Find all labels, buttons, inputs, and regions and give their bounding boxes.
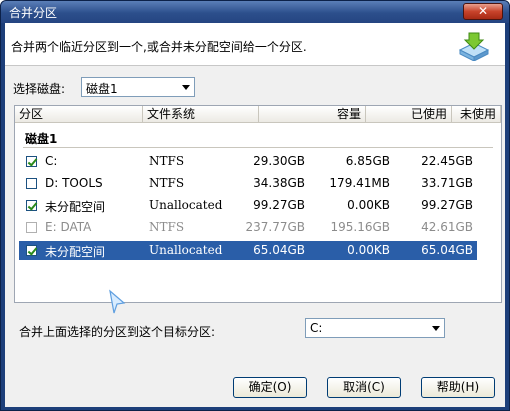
row-capacity: 34.38GB [253,176,305,190]
target-label: 合并上面选择的分区到这个目标分区: [19,325,216,339]
disk-select[interactable]: 磁盘1 [81,77,195,97]
header-band: 合并两个临近分区到一个,或合并未分配空间给一个分区. [5,23,505,66]
row-name: C: [45,154,58,168]
row-filesystem: Unallocated [149,198,223,212]
table-row: E: DATA NTFS 237.77GB 195.16GB 42.61GB [19,218,477,237]
row-capacity: 29.30GB [253,154,305,168]
row-used: 195.16GB [330,220,390,234]
row-name: 未分配空间 [45,245,106,259]
disk-group-label: 磁盘1 [25,132,58,146]
row-free: 33.71GB [421,176,473,190]
row-name: D: TOOLS [45,176,103,190]
window-title: 合并分区 [9,6,58,20]
description-text: 合并两个临近分区到一个,或合并未分配空间给一个分区. [11,40,307,54]
row-filesystem: NTFS [149,220,185,234]
row-checkbox[interactable] [26,156,37,167]
row-capacity: 237.77GB [245,220,305,234]
merge-disk-icon [458,32,490,61]
row-used: 0.00KB [347,198,390,212]
close-button[interactable]: ✕ [463,3,503,20]
column-partition[interactable]: 分区 [15,106,143,123]
table-row-selected[interactable]: 未分配空间 Unallocated 65.04GB 0.00KB 65.04GB [19,241,477,260]
row-filesystem: NTFS [149,176,185,190]
column-capacity[interactable]: 容量 [259,106,366,123]
title-bar[interactable]: 合并分区 ✕ [1,1,509,23]
row-used: 179.41MB [329,176,390,190]
row-free: 65.04GB [421,243,473,257]
row-checkbox [26,222,37,233]
row-filesystem: Unallocated [149,243,223,257]
target-select-value: C: [310,321,323,335]
column-filesystem[interactable]: 文件系统 [143,106,259,123]
target-partition-select[interactable]: C: [305,318,445,338]
row-free: 22.45GB [421,154,473,168]
row-used: 6.85GB [345,154,390,168]
dialog-body: 合并两个临近分区到一个,或合并未分配空间给一个分区. 选择磁盘: 磁盘1 分区 … [5,23,505,407]
row-used: 0.00KB [347,243,390,257]
row-capacity: 65.04GB [253,243,305,257]
chevron-down-icon[interactable] [182,85,190,90]
table-row[interactable]: 未分配空间 Unallocated 99.27GB 0.00KB 99.27GB [19,196,477,215]
mouse-cursor-icon [109,289,126,314]
row-capacity: 99.27GB [253,198,305,212]
column-used[interactable]: 已使用 [366,106,452,123]
row-checkbox[interactable] [26,245,37,256]
help-button[interactable]: 帮助(H) [421,377,495,398]
ok-button[interactable]: 确定(O) [233,377,307,398]
group-divider [23,147,493,148]
list-header: 分区 文件系统 容量 已使用 未使用 [15,106,501,123]
row-name: 未分配空间 [45,200,106,214]
row-name: E: DATA [45,220,92,234]
partition-list[interactable]: 分区 文件系统 容量 已使用 未使用 磁盘1 C: NTFS 29.30GB 6… [14,105,502,303]
table-row[interactable]: C: NTFS 29.30GB 6.85GB 22.45GB [19,152,477,171]
row-checkbox[interactable] [26,200,37,211]
close-icon: ✕ [477,4,489,18]
row-free: 42.61GB [421,220,473,234]
chevron-down-icon[interactable] [432,326,440,331]
column-free[interactable]: 未使用 [452,106,501,123]
table-row[interactable]: D: TOOLS NTFS 34.38GB 179.41MB 33.71GB [19,174,477,193]
cancel-button[interactable]: 取消(C) [327,377,401,398]
disk-select-label: 选择磁盘: [13,82,66,96]
row-checkbox[interactable] [26,178,37,189]
merge-partition-dialog: 合并分区 ✕ 合并两个临近分区到一个,或合并未分配空间给一个分区. 选择磁盘: … [0,0,510,411]
row-free: 99.27GB [421,198,473,212]
row-filesystem: NTFS [149,154,185,168]
disk-select-value: 磁盘1 [86,82,118,96]
